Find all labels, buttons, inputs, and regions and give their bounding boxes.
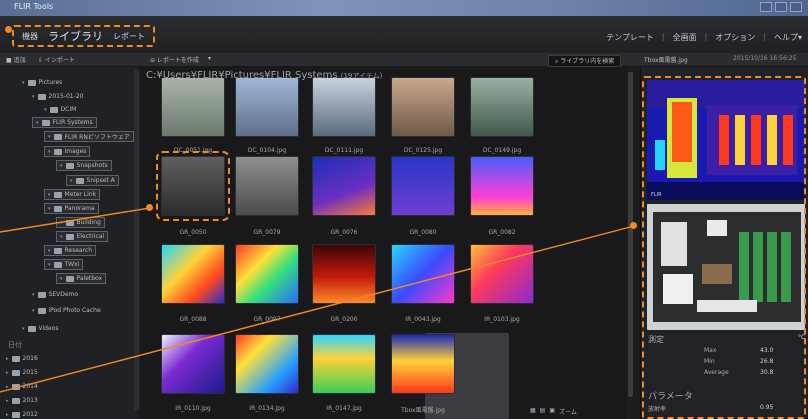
callout-dot-nav (5, 26, 12, 33)
measure-header: 測定 °C (648, 334, 806, 344)
callout-dot-preview (630, 222, 637, 229)
measure-row: Min 26.8 (704, 358, 774, 365)
flir-tools-window: FLIR Tools 機器 ライブラリ レポート テンプレート | 全画面 | オプ… (0, 0, 808, 419)
measure-row: Max 43.0 (704, 347, 774, 354)
measure-row: Average 30.8 (704, 369, 774, 376)
callout-dot-thumb (146, 204, 153, 211)
param-header: パラメータ (648, 392, 693, 402)
param-row: 放射率 0.95 (648, 404, 774, 413)
callout-lines (0, 207, 635, 393)
